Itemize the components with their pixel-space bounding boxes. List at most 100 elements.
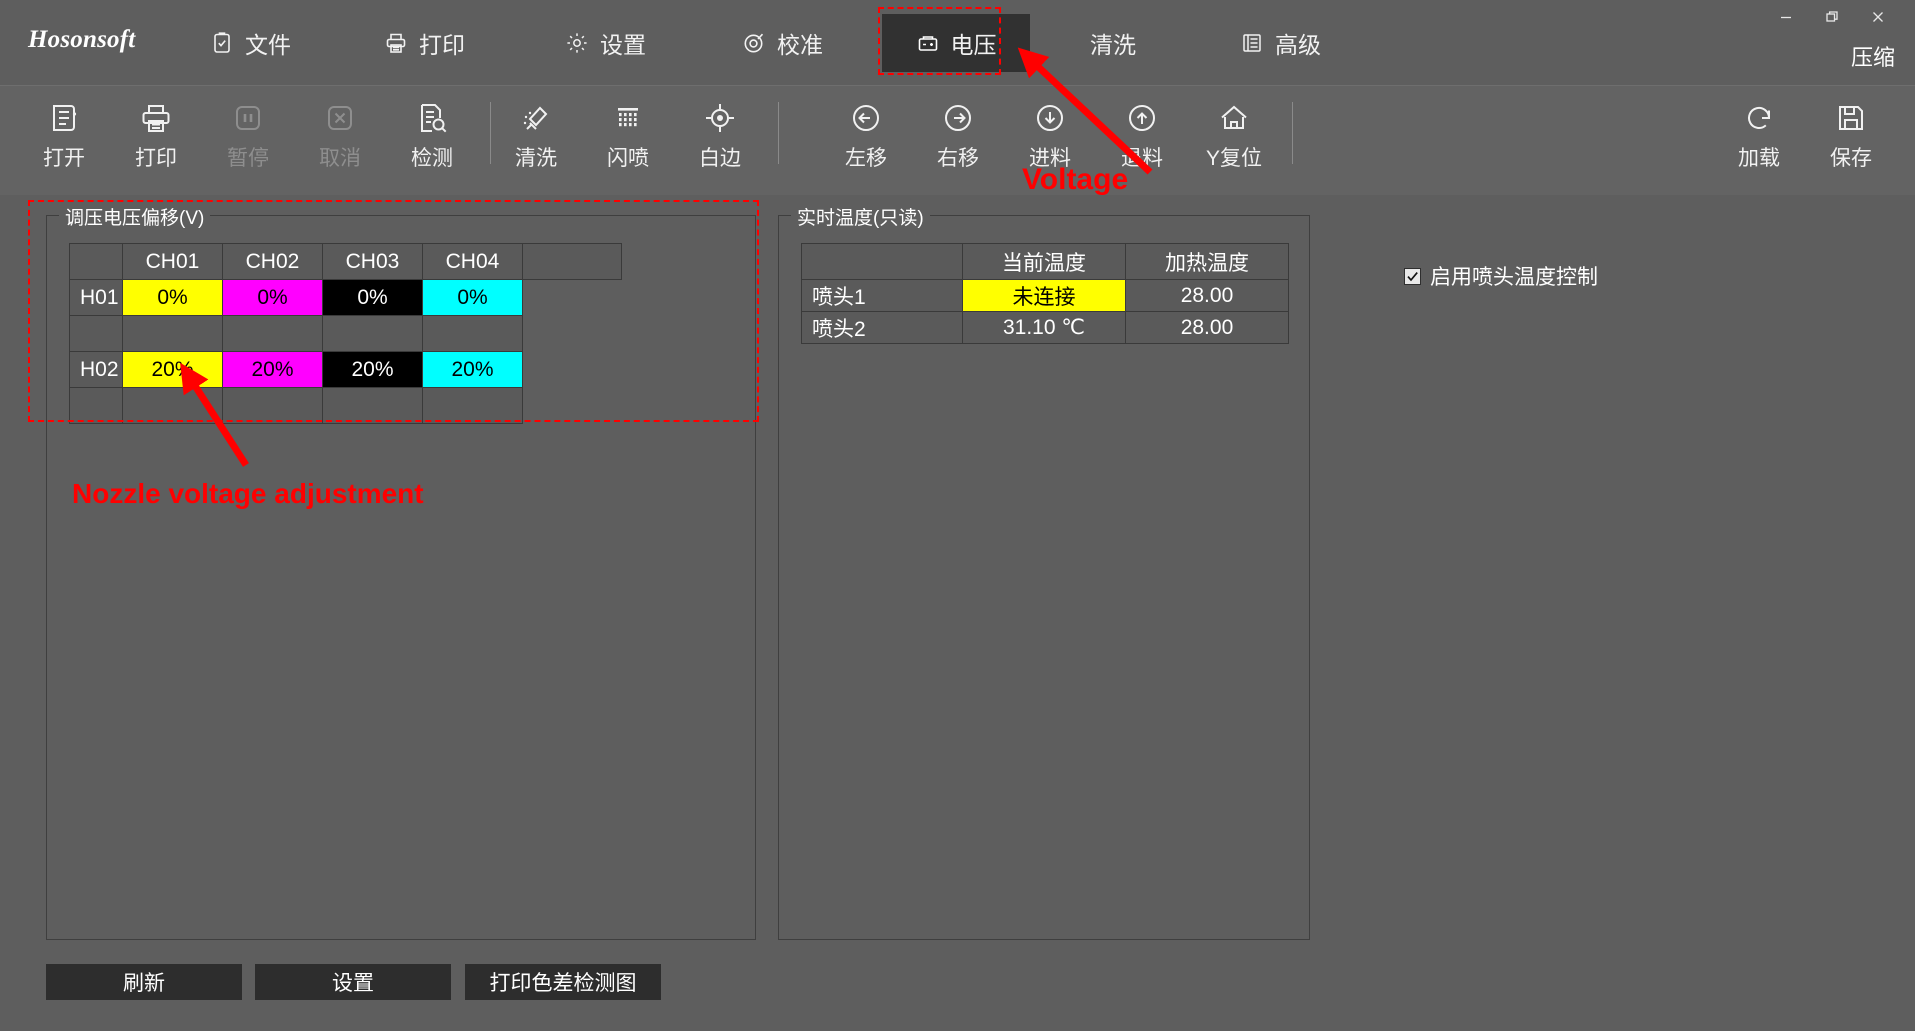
cell-r3-c1[interactable] [222, 387, 323, 424]
toolbar-button-label: 打印 [135, 147, 177, 170]
toolbar-white-edge-button[interactable]: 白边 [674, 86, 766, 190]
maximize-button[interactable] [1809, 0, 1855, 34]
clipboard-check-icon [210, 31, 234, 55]
toolbar-detect-button[interactable]: 检测 [386, 86, 478, 190]
row-header-喷头2: 喷头2 [801, 311, 963, 344]
menu-item-calibration[interactable]: 校准 [722, 14, 843, 72]
toolbar-open-button[interactable]: 打开 [18, 86, 110, 190]
content-area: 调压电压偏移(V) CH01 CH02 CH03 CH04 H01 0% 0% 0% 0% H02… [0, 195, 1915, 1031]
arrow-down-circle-icon [1032, 96, 1068, 140]
toolbar-button-label: 暂停 [227, 147, 269, 170]
cell-r0-c1: 28.00 [1124, 279, 1290, 312]
temperature-panel: 实时温度(只读) 当前温度 加热温度 喷头1 未连接 28.00 喷头2 31.10 ℃ 28… [778, 203, 1310, 940]
cell-r0-c2[interactable]: 0% [322, 279, 423, 316]
target-icon [742, 31, 766, 55]
menu-item-advanced[interactable]: 高级 [1220, 14, 1341, 72]
brush-icon [518, 96, 554, 140]
title-bar: Hosonsoft 文件 打印 设置 校准 电压 清洗 高级 压缩 [0, 0, 1915, 85]
cell-r3-c3[interactable] [422, 387, 523, 424]
print-color-test-button[interactable]: 打印色差检测图 [465, 964, 661, 1000]
cell-spacer [523, 316, 622, 352]
file-open-icon [46, 96, 82, 140]
app-logo: Hosonsoft [28, 26, 136, 53]
minimize-icon [1778, 9, 1794, 25]
toolbar-cancel-button[interactable]: 取消 [294, 86, 386, 190]
voltage-panel-title: 调压电压偏移(V) [59, 203, 211, 230]
cell-r1-c2[interactable] [322, 315, 423, 352]
arrow-up-circle-icon [1124, 96, 1160, 140]
crosshair-icon [702, 96, 738, 140]
pause-icon [230, 96, 266, 140]
toolbar-button-label: Y复位 [1205, 147, 1262, 170]
cell-r0-c0: 未连接 [961, 279, 1126, 312]
toolbar-save-button[interactable]: 保存 [1805, 86, 1897, 190]
cell-r3-c2[interactable] [322, 387, 423, 424]
column-header-ch01: CH01 [122, 243, 223, 280]
enable-nozzle-temp-control-checkbox[interactable]: 启用喷头温度控制 [1404, 261, 1598, 291]
cell-r0-c0[interactable]: 0% [122, 279, 223, 316]
menu-item-file[interactable]: 文件 [190, 14, 311, 72]
cell-r2-c0[interactable]: 20% [122, 351, 223, 388]
toolbar-button-label: 保存 [1830, 147, 1872, 170]
cell-r1-c3[interactable] [422, 315, 523, 352]
toolbar-move-left-button[interactable]: 左移 [820, 86, 912, 190]
checkbox-box[interactable] [1404, 267, 1421, 285]
toolbar-button-label: 打开 [43, 147, 85, 170]
cell-spacer [523, 388, 622, 424]
cell-r1-c0[interactable] [122, 315, 223, 352]
list-icon [1240, 31, 1264, 55]
toolbar-flash-spray-button[interactable]: 闪喷 [582, 86, 674, 190]
toolbar-group-maintenance: 清洗 闪喷 白边 [490, 86, 791, 196]
toolbar-y-home-button[interactable]: Y复位 [1188, 86, 1280, 190]
menu-item-label: 打印 [419, 32, 465, 58]
cell-r1-c0: 31.10 ℃ [961, 311, 1126, 344]
toolbar-group-job: 打开 打印 暂停 取消 检测 [18, 86, 503, 196]
table-row [69, 315, 622, 352]
close-icon [1870, 9, 1886, 25]
save-icon [1833, 96, 1869, 140]
cell-r1-c1: 28.00 [1124, 311, 1290, 344]
arrow-right-circle-icon [940, 96, 976, 140]
menu-item-settings[interactable]: 设置 [545, 14, 666, 72]
cell-r1-c1[interactable] [222, 315, 323, 352]
toolbar-button-label: 闪喷 [607, 147, 649, 170]
cell-r3-c0[interactable] [122, 387, 223, 424]
row-header-h02: H02 [69, 351, 123, 388]
column-header-ch02: CH02 [222, 243, 323, 280]
settings-button[interactable]: 设置 [255, 964, 451, 1000]
column-header-blank [522, 243, 622, 280]
menu-item-clean[interactable]: 清洗 [1070, 14, 1156, 72]
toolbar-retract-button[interactable]: 退料 [1096, 86, 1188, 190]
compress-label: 压缩 [1850, 45, 1895, 70]
cell-r2-c3[interactable]: 20% [422, 351, 523, 388]
arrow-left-circle-icon [848, 96, 884, 140]
document-search-icon [414, 96, 450, 140]
cell-r2-c1[interactable]: 20% [222, 351, 323, 388]
column-header-ch04: CH04 [422, 243, 523, 280]
toolbar-button-label: 清洗 [515, 147, 557, 170]
cell-spacer [523, 280, 622, 316]
menu-item-voltage[interactable]: 电压 [882, 14, 1030, 72]
refresh-button[interactable]: 刷新 [46, 964, 242, 1000]
printer-icon [138, 96, 174, 140]
minimize-button[interactable] [1763, 0, 1809, 34]
voltage-offset-table[interactable]: CH01 CH02 CH03 CH04 H01 0% 0% 0% 0% H02 20% 20% 20% 2… [69, 243, 622, 424]
toolbar-move-right-button[interactable]: 右移 [912, 86, 1004, 190]
cell-r0-c1[interactable]: 0% [222, 279, 323, 316]
cell-r2-c2[interactable]: 20% [322, 351, 423, 388]
toolbar-pause-button[interactable]: 暂停 [202, 86, 294, 190]
toolbar-button-label: 左移 [845, 147, 887, 170]
toolbar-print-button[interactable]: 打印 [110, 86, 202, 190]
close-button[interactable] [1855, 0, 1901, 34]
cancel-icon [322, 96, 358, 140]
menu-item-print[interactable]: 打印 [364, 14, 485, 72]
column-header-当前温度: 当前温度 [961, 243, 1126, 280]
cell-r0-c3[interactable]: 0% [422, 279, 523, 316]
grid-spray-icon [610, 96, 646, 140]
column-header-blank [801, 243, 963, 280]
table-row: H01 0% 0% 0% 0% [69, 279, 622, 316]
toolbar-clean-button[interactable]: 清洗 [490, 86, 582, 190]
toolbar-load-button[interactable]: 加载 [1713, 86, 1805, 190]
toolbar-feed-button[interactable]: 进料 [1004, 86, 1096, 190]
battery-icon [916, 31, 940, 55]
